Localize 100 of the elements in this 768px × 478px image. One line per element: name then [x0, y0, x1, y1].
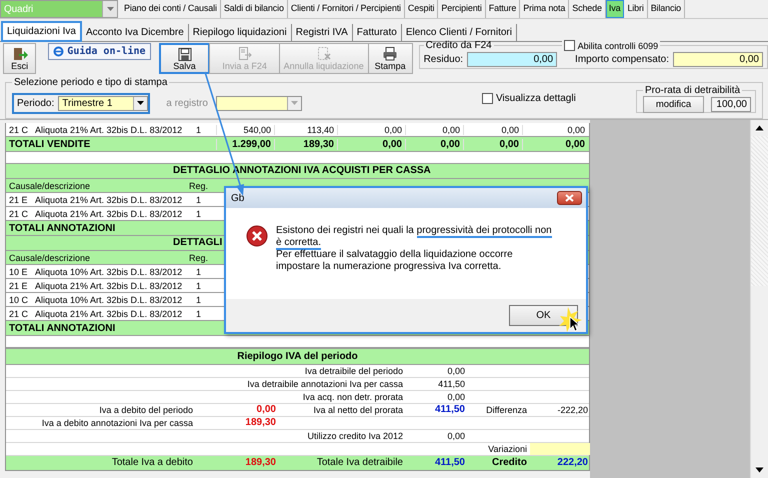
- tab[interactable]: Liquidazioni Iva: [1, 21, 82, 42]
- section-title: DETTAGLI: [173, 237, 222, 248]
- total-cell: 0,00: [463, 138, 522, 150]
- column-header: Causale/descrizione: [8, 252, 92, 262]
- close-icon: [565, 194, 574, 202]
- table-cell-text: 1: [194, 280, 202, 290]
- table-cell-text: Aliquota 21% Art. 32bis D.L. 83/2012: [34, 194, 181, 204]
- table-cell-text: 21 C: [8, 208, 30, 218]
- menu-item[interactable]: Clienti / Fornitori / Percipienti: [288, 0, 405, 18]
- dialog-title: Gb: [231, 192, 244, 204]
- group-title: Pro-rata di detraibilità: [644, 85, 742, 96]
- prorata-field[interactable]: 100,00: [711, 96, 751, 112]
- error-icon: [246, 225, 268, 247]
- scroll-down-icon[interactable]: [755, 467, 764, 473]
- cancel-icon: [316, 46, 332, 61]
- table-cell: 540,00: [216, 124, 274, 134]
- summary-label: Totale Iva a debito: [110, 457, 194, 469]
- modifica-button[interactable]: modifica: [643, 96, 704, 112]
- toolbar-button[interactable]: Salva: [158, 43, 210, 74]
- importo-field[interactable]: 0,00: [672, 52, 763, 67]
- summary-label: Iva al netto del prorata: [312, 404, 404, 416]
- residuo-field[interactable]: 0,00: [467, 52, 558, 67]
- summary-label: Iva a debito del periodo: [98, 404, 194, 416]
- tab[interactable]: Registri IVA: [292, 24, 353, 41]
- summary-label: Variazioni: [487, 443, 528, 455]
- field-label: a registro: [166, 98, 208, 108]
- table-cell-text: 10 C: [8, 294, 30, 304]
- total-label: TOTALI ANNOTAZIONI: [8, 222, 116, 234]
- summary-label: Utilizzo credito Iva 2012: [306, 430, 404, 442]
- value-text: 411,50: [434, 404, 466, 416]
- table-cell-text: 1: [194, 194, 202, 204]
- tab[interactable]: Fatturato: [352, 24, 402, 41]
- value-text: -222,20: [556, 404, 589, 416]
- menu-item[interactable]: Iva: [606, 0, 624, 18]
- table-cell-text: 1: [194, 208, 202, 218]
- group-title: Credito da F24: [424, 40, 493, 51]
- value-text: 411,50: [437, 378, 466, 390]
- tab[interactable]: Elenco Clienti / Fornitori: [402, 24, 517, 41]
- menu-item[interactable]: Cespiti: [404, 0, 438, 18]
- summary-label: Iva detraibile annotazioni Iva per cassa: [246, 378, 404, 390]
- printer-icon: [382, 46, 398, 61]
- field-label: Importo compensato:: [575, 54, 669, 65]
- total-label: TOTALI VENDITE: [8, 138, 92, 150]
- group-title: Selezione periodo e tipo di stampa: [13, 77, 168, 88]
- menu-item[interactable]: Bilancio: [648, 0, 686, 18]
- toolbar-button[interactable]: Stampa: [368, 43, 413, 74]
- table-cell-text: 1: [194, 308, 202, 318]
- scrollbar[interactable]: [750, 120, 768, 478]
- summary-label: Iva detraibile del periodo: [304, 365, 404, 377]
- error-detail: Per effettuare il salvataggio della liquidazione occorre impostare la numerazione progressiva Iva corretta.: [276, 249, 514, 273]
- table-cell-text: Aliquota 10% Art. 32bis D.L. 83/2012: [34, 266, 181, 276]
- help-link[interactable]: Guida on-line: [48, 43, 151, 60]
- table-cell-text: 1: [194, 124, 202, 134]
- table-cell-text: Aliquota 21% Art. 32bis D.L. 83/2012: [34, 124, 181, 134]
- toolbar-button[interactable]: Esci: [3, 43, 36, 74]
- field-label: Residuo:: [424, 54, 464, 65]
- table-cell-text: 1: [194, 266, 202, 276]
- summary-label: Iva a debito annotazioni Iva per cassa: [40, 417, 194, 429]
- menu-item[interactable]: Saldi di bilancio: [220, 0, 288, 18]
- section-title: Riepilogo IVA del periodo: [6, 348, 589, 365]
- table-cell-text: 21 E: [8, 280, 29, 290]
- column-header: Causale/descrizione: [8, 180, 92, 190]
- value-text: 0,00: [446, 365, 466, 377]
- table-cell: 0,00: [522, 124, 588, 134]
- checkbox[interactable]: [482, 92, 493, 104]
- total-cell: 1.299,00: [216, 138, 274, 150]
- checkbox[interactable]: [564, 40, 575, 51]
- menu-item[interactable]: Fatture: [486, 0, 520, 18]
- column-header: Reg.: [188, 180, 209, 190]
- tab[interactable]: Riepilogo liquidazioni: [188, 24, 292, 41]
- menu-item[interactable]: Percipienti: [438, 0, 486, 18]
- value-text: 0,00: [446, 391, 466, 403]
- menu-item[interactable]: Prima nota: [520, 0, 570, 18]
- table-cell-text: 1: [194, 294, 202, 304]
- table-cell-text: 10 E: [8, 266, 29, 276]
- table-cell-text: Aliquota 21% Art. 32bis D.L. 83/2012: [34, 308, 181, 318]
- value-text: 411,50: [434, 457, 466, 469]
- table-cell: 0,00: [405, 124, 463, 134]
- section-title: DETTAGLIO ANNOTAZIONI IVA ACQUISTI PER CASSA: [173, 165, 431, 176]
- error-message: Esistono dei registri nei quali la progressività dei protocolli non è corretta.: [276, 225, 553, 249]
- close-button[interactable]: [557, 191, 582, 205]
- table-cell-text: 21 C: [8, 308, 30, 318]
- scroll-up-icon[interactable]: [755, 125, 764, 131]
- variazioni-field[interactable]: [530, 443, 591, 455]
- table-cell-text: 21 C: [8, 124, 30, 134]
- menu-item[interactable]: Libri: [624, 0, 648, 18]
- value-text: 0,00: [256, 404, 277, 416]
- document-icon: [236, 46, 253, 61]
- tab[interactable]: Acconto Iva Dicembre: [82, 24, 189, 41]
- total-cell: 189,30: [274, 138, 337, 150]
- summary-label: Differenza: [485, 404, 528, 416]
- total-label: TOTALI ANNOTAZIONI: [8, 322, 116, 334]
- period-dropdown[interactable]: Trimestre 1: [58, 96, 148, 110]
- menu-item[interactable]: Piano dei conti / Causali: [121, 0, 221, 18]
- value-text: 189,30: [244, 457, 277, 469]
- exit-door-icon: [12, 46, 28, 61]
- summary-label: Credito: [491, 457, 528, 469]
- table-cell-text: Aliquota 21% Art. 32bis D.L. 83/2012: [34, 208, 181, 218]
- value-text: 222,20: [556, 457, 589, 469]
- total-cell: 0,00: [337, 138, 405, 150]
